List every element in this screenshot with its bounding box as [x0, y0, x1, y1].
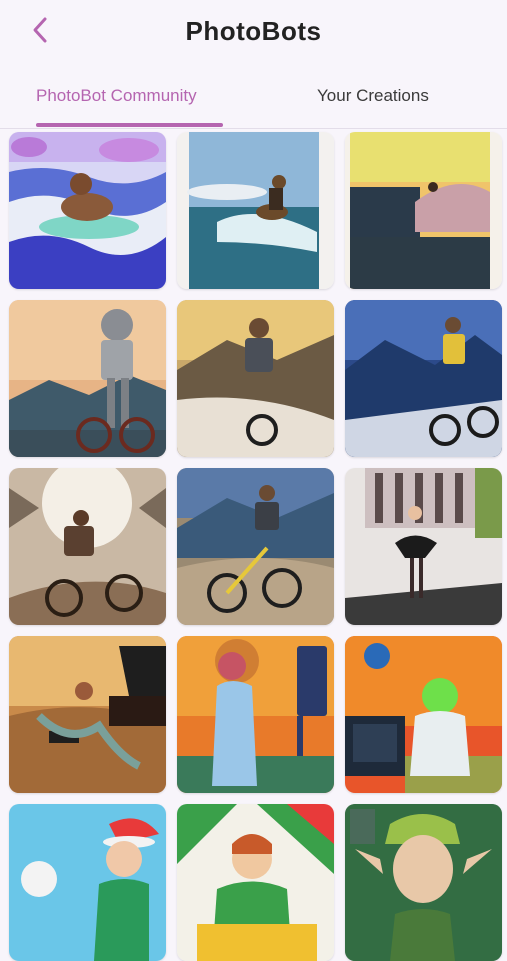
gallery-image[interactable] — [9, 804, 166, 961]
gallery-image[interactable] — [345, 300, 502, 457]
tab-bar: PhotoBot Community Your Creations — [0, 66, 507, 129]
tab-photobot-community[interactable]: PhotoBot Community — [36, 86, 197, 106]
gallery-image[interactable] — [9, 468, 166, 625]
active-tab-indicator — [36, 123, 223, 127]
gallery-image[interactable] — [177, 804, 334, 961]
gallery-image[interactable] — [9, 132, 166, 289]
gallery-image[interactable] — [345, 468, 502, 625]
gallery-image[interactable] — [345, 804, 502, 961]
image-gallery — [9, 132, 503, 961]
gallery-image[interactable] — [345, 636, 502, 793]
back-button[interactable] — [26, 14, 54, 46]
gallery-image[interactable] — [177, 636, 334, 793]
gallery-image[interactable] — [345, 132, 502, 289]
gallery-image[interactable] — [177, 132, 334, 289]
page-title: PhotoBots — [185, 15, 322, 46]
chevron-left-icon — [33, 17, 47, 43]
gallery-image[interactable] — [177, 468, 334, 625]
gallery-image[interactable] — [177, 300, 334, 457]
app-header: PhotoBots — [0, 0, 507, 60]
tab-your-creations[interactable]: Your Creations — [317, 86, 429, 106]
gallery-image[interactable] — [9, 636, 166, 793]
gallery-image[interactable] — [9, 300, 166, 457]
